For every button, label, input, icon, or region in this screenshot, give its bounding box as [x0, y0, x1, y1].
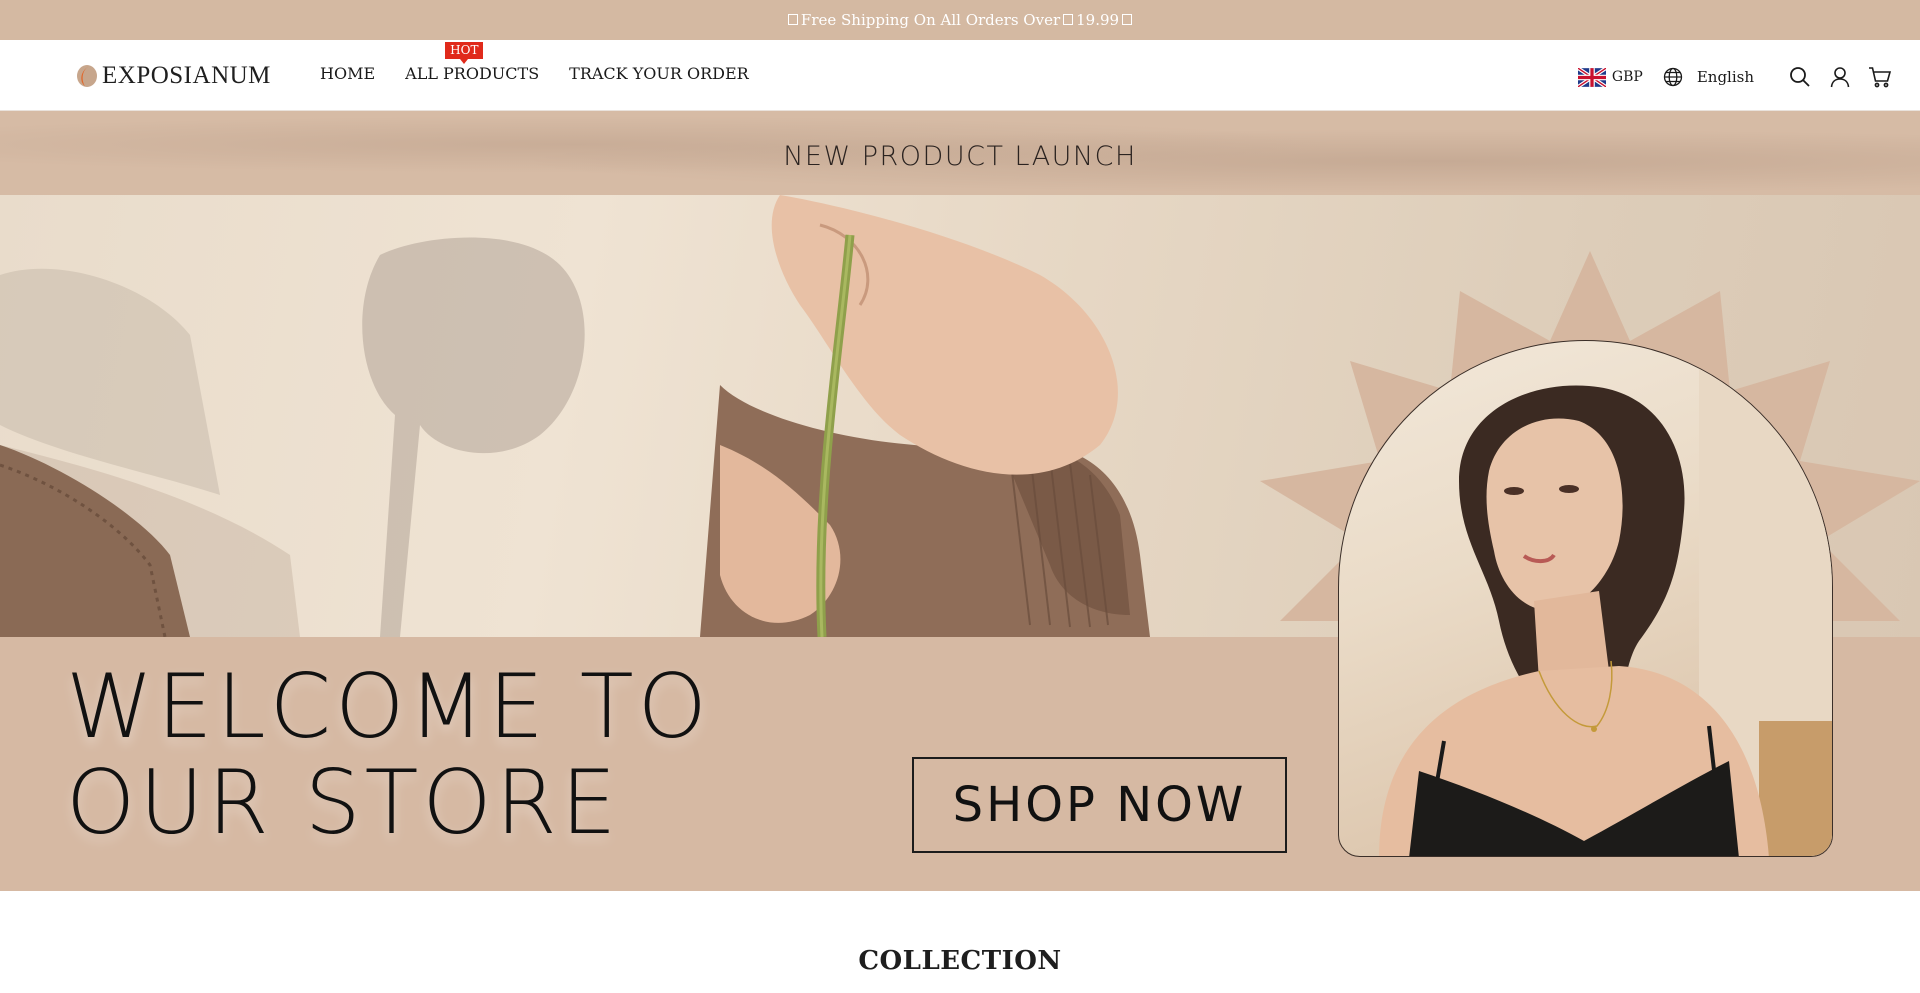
- model-portrait: [1338, 340, 1833, 857]
- search-icon: [1790, 67, 1810, 87]
- cart-icon: [1869, 67, 1892, 88]
- hot-badge: HOT: [445, 42, 484, 64]
- logo-text: EXPOSIANUM: [102, 62, 271, 89]
- nav-item-home[interactable]: HOME: [320, 64, 375, 83]
- missing-glyph-icon: [1122, 13, 1133, 25]
- hero-banner: NEW PRODUCT LAUNCH WELCOME TO OUR STORE …: [0, 111, 1920, 891]
- hero-band-title: NEW PRODUCT LAUNCH: [783, 141, 1137, 172]
- header-utilities: GBP English: [1577, 62, 1892, 92]
- announcement-text: Free Shipping On All Orders Over: [800, 11, 1061, 29]
- model-portrait-illustration: [1379, 341, 1832, 856]
- missing-glyph-icon: [1063, 13, 1074, 25]
- nav-item-track-order[interactable]: TRACK YOUR ORDER: [569, 64, 749, 83]
- language-label: English: [1696, 68, 1754, 86]
- shop-now-button[interactable]: SHOP NOW: [912, 757, 1287, 853]
- hero-headline-line1: WELCOME TO: [66, 655, 711, 758]
- logo[interactable]: EXPOSIANUM: [76, 62, 271, 90]
- account-button[interactable]: [1828, 65, 1852, 89]
- site-header: EXPOSIANUM HOME HOT ALL PRODUCTS TRACK Y…: [0, 40, 1920, 111]
- globe-icon: [1663, 67, 1682, 87]
- currency-code: GBP: [1611, 69, 1643, 85]
- announcement-bar: Free Shipping On All Orders Over 19.99: [0, 0, 1920, 40]
- currency-selector[interactable]: GBP: [1577, 67, 1643, 87]
- announcement-amount: 19.99: [1076, 11, 1120, 29]
- main-nav: HOME HOT ALL PRODUCTS TRACK YOUR ORDER: [320, 42, 779, 83]
- language-selector[interactable]: English: [1663, 67, 1754, 87]
- logo-mark-icon: [77, 65, 97, 87]
- nav-item-label: TRACK YOUR ORDER: [569, 64, 749, 83]
- nav-item-all-products[interactable]: HOT ALL PRODUCTS: [405, 42, 540, 83]
- hero-headline-line2: OUR STORE: [66, 751, 621, 854]
- nav-item-label: HOME: [320, 64, 376, 83]
- nav-item-label: ALL PRODUCTS: [405, 64, 540, 83]
- missing-glyph-icon: [787, 13, 798, 25]
- account-icon: [1830, 67, 1850, 88]
- flag-uk-icon: [1577, 67, 1606, 87]
- collection-heading: COLLECTION: [858, 946, 1062, 976]
- hero-headline: WELCOME TO OUR STORE: [66, 659, 711, 851]
- cart-button[interactable]: [1868, 65, 1892, 89]
- search-button[interactable]: [1788, 65, 1812, 89]
